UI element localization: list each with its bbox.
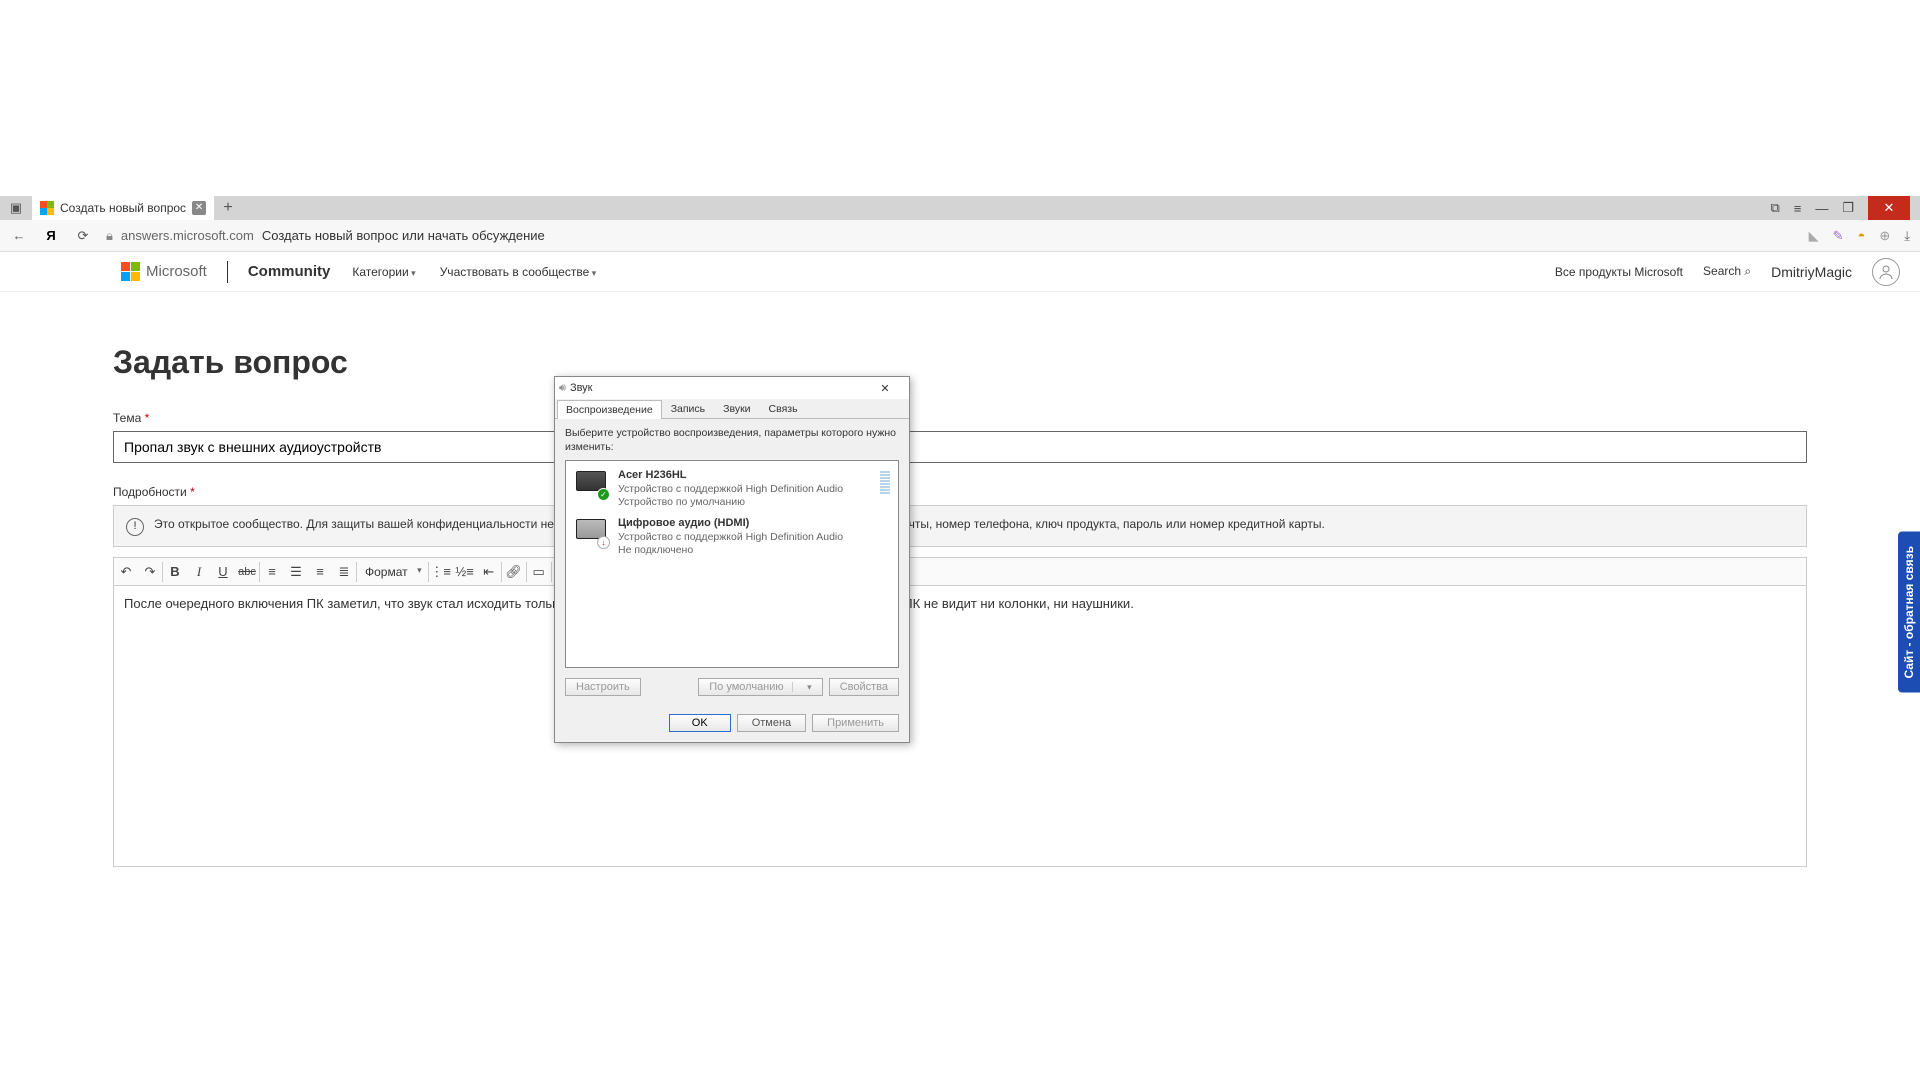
device-name: Цифровое аудио (HDMI)	[618, 517, 843, 531]
feedback-tab[interactable]: Сайт - обратная связь	[1898, 532, 1920, 693]
tab-playback[interactable]: Воспроизведение	[557, 400, 662, 419]
feather-icon[interactable]: ✎	[1833, 228, 1844, 244]
rich-text-editor: ↶ ↷ B I U abc ≡ ☰ ≡ ≣ Формат ⋮≡ ½≡ ⇤ 🔗︎ …	[113, 557, 1807, 867]
tab-title: Создать новый вопрос	[60, 201, 186, 215]
cancel-button[interactable]: Отмена	[737, 714, 806, 732]
brand-label: Microsoft	[146, 263, 207, 280]
configure-button[interactable]: Настроить	[565, 678, 641, 696]
tab-recording[interactable]: Запись	[662, 399, 714, 418]
device-name: Acer H236HL	[618, 469, 843, 483]
ms-favicon	[40, 201, 54, 215]
browser-tab-strip: ▣ Создать новый вопрос ✕ + ⧉ ≡ — ❐ ✕	[0, 196, 1920, 220]
dialog-instruction: Выберите устройство воспроизведения, пар…	[565, 427, 899, 454]
device-list[interactable]: ✓ Acer H236HL Устройство с поддержкой Hi…	[565, 460, 899, 668]
username-label[interactable]: DmitriyMagic	[1771, 264, 1852, 280]
bookmark-icon[interactable]: ◣	[1809, 228, 1819, 244]
address-bar: ← Я ⟳ 🔒︎ answers.microsoft.com Создать н…	[0, 220, 1920, 252]
menu-icon[interactable]: ≡	[1794, 201, 1802, 216]
page-content: Задать вопрос Тема * Подробности * ! Это…	[113, 300, 1807, 867]
nav-participate[interactable]: Участвовать в сообществе	[440, 265, 597, 279]
properties-button[interactable]: Свойства	[829, 678, 899, 696]
device-desc: Устройство с поддержкой High Definition …	[618, 531, 843, 544]
search-link[interactable]: Search ⌕	[1703, 264, 1751, 279]
tab-close-icon[interactable]: ✕	[192, 201, 206, 215]
page-title: Задать вопрос	[113, 344, 1807, 381]
strike-icon[interactable]: abc	[235, 559, 259, 585]
italic-icon[interactable]: I	[187, 559, 211, 585]
site-header: Microsoft Community Категории Участвоват…	[0, 252, 1920, 292]
yandex-icon[interactable]: Я	[42, 228, 60, 243]
url-title: Создать новый вопрос или начать обсужден…	[262, 228, 545, 243]
pip-icon[interactable]: ⧉	[1770, 200, 1779, 216]
avatar-icon[interactable]	[1872, 258, 1900, 286]
apply-button[interactable]: Применить	[812, 714, 899, 732]
align-center-icon[interactable]: ☰	[284, 559, 308, 585]
monitor-icon: ✓	[574, 469, 610, 499]
underline-icon[interactable]: U	[211, 559, 235, 585]
align-left-icon[interactable]: ≡	[260, 559, 284, 585]
number-list-icon[interactable]: ½≡	[453, 559, 477, 585]
ms-logo-icon	[120, 262, 140, 282]
url-field[interactable]: 🔒︎ answers.microsoft.com Создать новый в…	[106, 228, 1795, 244]
editor-toolbar: ↶ ↷ B I U abc ≡ ☰ ≡ ≣ Формат ⋮≡ ½≡ ⇤ 🔗︎ …	[114, 558, 1806, 586]
device-item[interactable]: ✓ Acer H236HL Устройство с поддержкой Hi…	[566, 465, 898, 513]
tab-communications[interactable]: Связь	[760, 399, 807, 418]
window-close-icon[interactable]: ✕	[1868, 196, 1910, 220]
dialog-close-icon[interactable]: ✕	[865, 382, 905, 395]
nav-products[interactable]: Все продукты Microsoft	[1555, 265, 1683, 279]
ok-button[interactable]: OK	[669, 714, 731, 732]
bullet-list-icon[interactable]: ⋮≡	[429, 559, 453, 585]
device-status: Не подключено	[618, 544, 843, 557]
new-tab-button[interactable]: +	[214, 199, 242, 217]
panel-toggle-icon[interactable]: ▣	[0, 200, 32, 216]
device-status: Устройство по умолчанию	[618, 496, 843, 509]
theme-label: Тема *	[113, 411, 1807, 425]
community-link[interactable]: Community	[248, 263, 331, 280]
theme-input[interactable]	[113, 431, 1807, 463]
dialog-tabs: Воспроизведение Запись Звуки Связь	[555, 399, 909, 419]
microsoft-logo[interactable]: Microsoft	[120, 262, 207, 282]
reload-icon[interactable]: ⟳	[74, 228, 92, 244]
downloads-icon[interactable]: ⤓	[1904, 228, 1910, 244]
image-icon[interactable]: ▭	[527, 559, 551, 585]
divider	[227, 261, 228, 283]
align-right-icon[interactable]: ≡	[308, 559, 332, 585]
privacy-notice: ! Это открытое сообщество. Для защиты ва…	[113, 505, 1807, 547]
device-item[interactable]: ↓ Цифровое аудио (HDMI) Устройство с под…	[566, 513, 898, 561]
details-label: Подробности *	[113, 485, 1807, 499]
undo-icon[interactable]: ↶	[114, 559, 138, 585]
back-icon[interactable]: ←	[10, 228, 28, 243]
url-domain: answers.microsoft.com	[121, 228, 254, 243]
device-desc: Устройство с поддержкой High Definition …	[618, 483, 843, 496]
shield-icon[interactable]: ◓	[1857, 228, 1865, 243]
window-maximize-icon[interactable]: ❐	[1842, 200, 1854, 216]
info-icon: !	[126, 518, 144, 536]
dialog-title: Звук	[570, 382, 593, 394]
browser-tab[interactable]: Создать новый вопрос ✕	[32, 196, 214, 220]
nav-categories[interactable]: Категории	[352, 265, 415, 279]
outdent-icon[interactable]: ⇤	[477, 559, 501, 585]
sound-dialog: 🔊︎ Звук ✕ Воспроизведение Запись Звуки С…	[554, 376, 910, 743]
window-minimize-icon[interactable]: —	[1815, 201, 1828, 216]
tab-sounds[interactable]: Звуки	[714, 399, 759, 418]
level-meter-icon	[880, 469, 890, 509]
bold-icon[interactable]: B	[163, 559, 187, 585]
link-icon[interactable]: 🔗︎	[502, 559, 526, 585]
align-justify-icon[interactable]: ≣	[332, 559, 356, 585]
dialog-titlebar[interactable]: 🔊︎ Звук ✕	[555, 377, 909, 399]
monitor-icon: ↓	[574, 517, 610, 547]
speaker-icon: 🔊︎	[559, 382, 566, 395]
redo-icon[interactable]: ↷	[138, 559, 162, 585]
lock-icon: 🔒︎	[106, 228, 113, 244]
globe-icon[interactable]: ⊕	[1879, 228, 1890, 244]
default-button[interactable]: По умолчанию	[698, 678, 822, 696]
format-dropdown[interactable]: Формат	[357, 565, 428, 579]
editor-body[interactable]: После очередного включения ПК заметил, ч…	[114, 586, 1806, 866]
